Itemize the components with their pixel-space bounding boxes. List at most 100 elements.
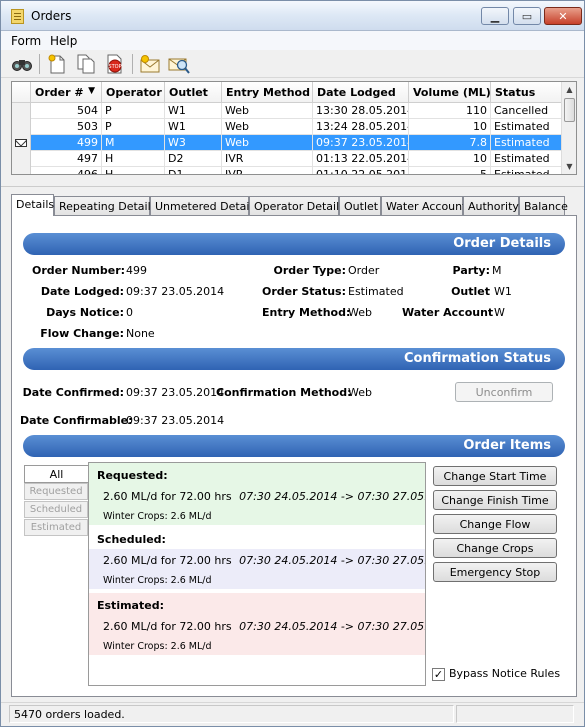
filter-tab-scheduled[interactable]: Scheduled [24,501,88,518]
orders-grid[interactable]: Order # ▼ Operator Outlet Entry Method D… [11,81,577,175]
water-account-label: Water Account [402,306,494,319]
minimize-button[interactable]: ▁ [481,7,509,25]
outlet-label: Outlet [451,285,490,298]
cell-operator: H [102,167,165,174]
toolbar-separator [132,54,133,74]
unconfirm-button[interactable]: Unconfirm [455,382,553,402]
cell-outlet: D1 [165,167,222,174]
scheduled-flow: 2.60 ML/d for 72.00 hrs [103,554,232,567]
cell-volume: 10 [409,119,491,135]
tab-balance[interactable]: Balance [519,196,568,215]
order-type-value: Order [348,264,380,277]
cell-date-lodged: 13:24 28.05.2014 [313,119,409,135]
table-row[interactable]: 496 H D1 IVR 01:10 22.05.2014 5 Estimate… [12,167,562,174]
cell-entry-method: IVR [222,167,313,174]
filter-tab-requested[interactable]: Requested [24,483,88,500]
tab-details[interactable]: Details [11,194,54,216]
col-volume[interactable]: Volume (ML) [409,82,491,103]
party-value: M [492,264,502,277]
cell-order-number: 504 [31,103,102,119]
envelope-icon [15,139,27,147]
grid-vertical-scrollbar[interactable]: ▲ ▼ [561,82,576,174]
cell-status: Estimated [491,167,562,174]
estimated-flow: 2.60 ML/d for 72.00 hrs [103,620,232,633]
water-account-value: W [494,306,505,319]
col-outlet[interactable]: Outlet [165,82,222,103]
order-details-header: Order Details [23,233,565,255]
col-status[interactable]: Status [491,82,562,103]
cell-order-number: 497 [31,151,102,167]
detail-tabs: Details Repeating Details Unmetered Deta… [11,194,568,216]
stop-icon[interactable]: STOP [104,54,126,74]
close-icon: ✕ [558,9,568,23]
bypass-notice-label: Bypass Notice Rules [449,667,561,680]
scheduled-crops: Winter Crops: 2.6 ML/d [89,571,425,589]
date-lodged-value: 09:37 23.05.2014 [126,285,225,298]
cell-status: Estimated [491,119,562,135]
cell-volume: 7.8 [409,135,491,151]
col-order-number[interactable]: Order # ▼ [31,82,102,103]
table-row[interactable]: 503 P W1 Web 13:24 28.05.2014 10 Estimat… [12,119,562,135]
tab-repeating-details[interactable]: Repeating Details [54,196,156,215]
change-finish-time-button[interactable]: Change Finish Time [433,490,557,510]
filter-tab-estimated[interactable]: Estimated [24,519,88,536]
table-row[interactable]: 504 P W1 Web 13:30 28.05.2014 110 Cancel… [12,103,562,119]
cell-date-lodged: 09:37 23.05.2014 [313,135,409,151]
days-notice-label: Days Notice: [46,306,124,319]
scrollbar-thumb[interactable] [564,98,575,122]
requested-crops: Winter Crops: 2.6 ML/d [89,507,425,525]
estimated-flow-line: 2.60 ML/d for 72.00 hrs 07:30 24.05.2014… [89,615,425,637]
emergency-stop-button[interactable]: Emergency Stop [433,562,557,582]
order-status-label: Order Status: [262,285,347,298]
estimated-crops: Winter Crops: 2.6 ML/d [89,637,425,655]
tab-operator-details[interactable]: Operator Details [249,196,345,215]
menu-help[interactable]: Help [50,34,77,48]
tab-unmetered-details[interactable]: Unmetered Details [150,196,258,215]
title-bar[interactable]: Orders ▁ ▭ ✕ [1,1,584,31]
cell-status: Cancelled [491,103,562,119]
cell-volume: 10 [409,151,491,167]
cell-entry-method: Web [222,135,313,151]
change-start-time-button[interactable]: Change Start Time [433,466,557,486]
row-indicator [12,103,31,119]
binoculars-icon[interactable] [11,54,33,74]
menu-bar: Form Help [1,31,584,50]
menu-form[interactable]: Form [11,34,41,48]
row-indicator [12,119,31,135]
maximize-icon: ▭ [521,9,533,23]
scroll-down-icon[interactable]: ▼ [562,159,576,174]
change-flow-button[interactable]: Change Flow [433,514,557,534]
scheduled-heading: Scheduled: [97,533,166,546]
col-entry-method[interactable]: Entry Method [222,82,313,103]
requested-heading: Requested: [89,463,425,485]
status-bar: 5470 orders loaded. [1,702,584,726]
copy-document-icon[interactable] [75,54,97,74]
tab-authority[interactable]: Authority [463,196,519,215]
confirmation-method-value: Web [348,386,372,399]
tab-water-account[interactable]: Water Account [381,196,466,215]
table-row-selected[interactable]: 499 M W3 Web 09:37 23.05.2014 7.8 Estima… [12,135,562,151]
table-row[interactable]: 497 H D2 IVR 01:13 22.05.2014 10 Estimat… [12,151,562,167]
scroll-up-icon[interactable]: ▲ [562,82,576,97]
svg-text:STOP: STOP [108,64,121,70]
close-button[interactable]: ✕ [544,7,582,25]
order-items-list[interactable]: Requested: 2.60 ML/d for 72.00 hrs 07:30… [88,462,426,686]
new-mail-icon[interactable] [139,54,161,74]
cell-date-lodged: 01:13 22.05.2014 [313,151,409,167]
filter-tab-all[interactable]: All [24,465,88,483]
minimize-icon: ▁ [490,9,500,23]
change-crops-button[interactable]: Change Crops [433,538,557,558]
maximize-button[interactable]: ▭ [513,7,541,25]
date-confirmable-label: Date Confirmable: [20,414,133,427]
col-date-lodged[interactable]: Date Lodged [313,82,409,103]
details-panel: Order Details Order Number: 499 Order Ty… [11,215,577,697]
entry-method-value: Web [348,306,372,319]
tab-outlet[interactable]: Outlet [339,196,381,215]
bypass-notice-checkbox[interactable]: ✓ [432,668,445,681]
splitter[interactable] [1,186,584,190]
cell-operator: M [102,135,165,151]
col-operator[interactable]: Operator [102,82,165,103]
sort-desc-icon: ▼ [88,86,95,96]
new-document-icon[interactable] [46,54,68,74]
search-mail-icon[interactable] [168,54,190,74]
